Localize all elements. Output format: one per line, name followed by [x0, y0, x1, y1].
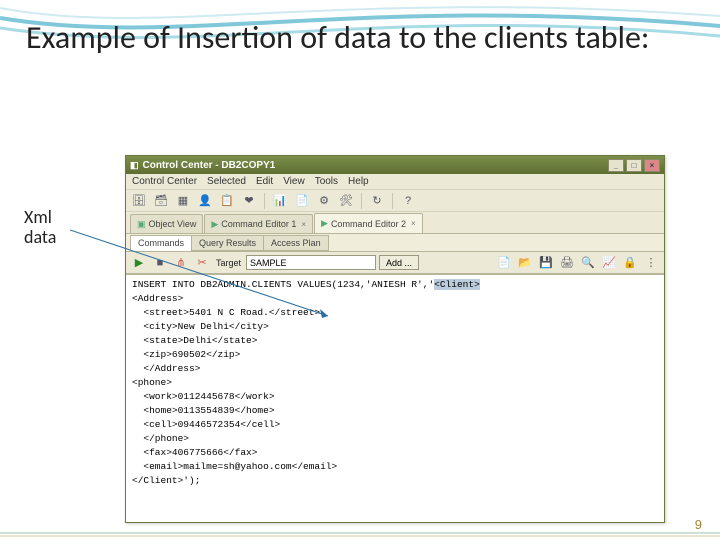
db-icon[interactable]: 🗃 — [152, 192, 170, 210]
maximize-button[interactable]: □ — [626, 159, 642, 172]
gear-icon[interactable]: ⚙ — [315, 192, 333, 210]
task-icon[interactable]: 📋 — [218, 192, 236, 210]
titlebar[interactable]: ◧ Control Center - DB2COPY1 _ □ × — [126, 156, 664, 174]
menu-tools[interactable]: Tools — [315, 176, 338, 187]
menubar: Control Center Selected Edit View Tools … — [126, 174, 664, 190]
options-icon[interactable]: ⋮ — [642, 254, 660, 272]
new-icon[interactable]: 📄 — [495, 254, 513, 272]
add-button[interactable]: Add ... — [379, 255, 419, 270]
main-toolbar: 🗄 🗃 ▦ 👤 📋 ❤ 📊 📄 ⚙ 🛠 ↻ ? — [126, 190, 664, 212]
find-icon[interactable]: 🔍 — [579, 254, 597, 272]
minimize-button[interactable]: _ — [608, 159, 624, 172]
table-icon[interactable]: ▦ — [174, 192, 192, 210]
close-tab-icon[interactable]: × — [411, 219, 416, 228]
slide-title: Example of Insertion of data to the clie… — [26, 20, 686, 57]
page-number: 9 — [695, 517, 702, 532]
menu-help[interactable]: Help — [348, 176, 369, 187]
chart-icon[interactable]: 📈 — [600, 254, 618, 272]
user-icon[interactable]: 👤 — [196, 192, 214, 210]
open-icon[interactable]: 📂 — [516, 254, 534, 272]
refresh-icon[interactable]: ↻ — [368, 192, 386, 210]
monitor-icon[interactable]: 📊 — [271, 192, 289, 210]
sql-highlight: <Client> — [434, 279, 480, 290]
close-button[interactable]: × — [644, 159, 660, 172]
menu-view[interactable]: View — [283, 176, 305, 187]
menu-selected[interactable]: Selected — [207, 176, 246, 187]
save-icon[interactable]: 💾 — [537, 254, 555, 272]
menu-edit[interactable]: Edit — [256, 176, 273, 187]
print-icon[interactable]: 🖨 — [558, 254, 576, 272]
xml-data-annotation: Xml data — [24, 208, 56, 248]
help-icon[interactable]: ? — [399, 192, 417, 210]
app-icon: ◧ — [130, 160, 139, 171]
tools-icon[interactable]: 🛠 — [337, 192, 355, 210]
server-icon[interactable]: 🗄 — [130, 192, 148, 210]
lock-icon[interactable]: 🔒 — [621, 254, 639, 272]
script-icon[interactable]: 📄 — [293, 192, 311, 210]
tab-label: Command Editor 2 — [331, 219, 406, 229]
window-title: Control Center - DB2COPY1 — [143, 160, 276, 171]
menu-control-center[interactable]: Control Center — [132, 176, 197, 187]
control-center-window: ◧ Control Center - DB2COPY1 _ □ × Contro… — [125, 155, 665, 523]
health-icon[interactable]: ❤ — [240, 192, 258, 210]
